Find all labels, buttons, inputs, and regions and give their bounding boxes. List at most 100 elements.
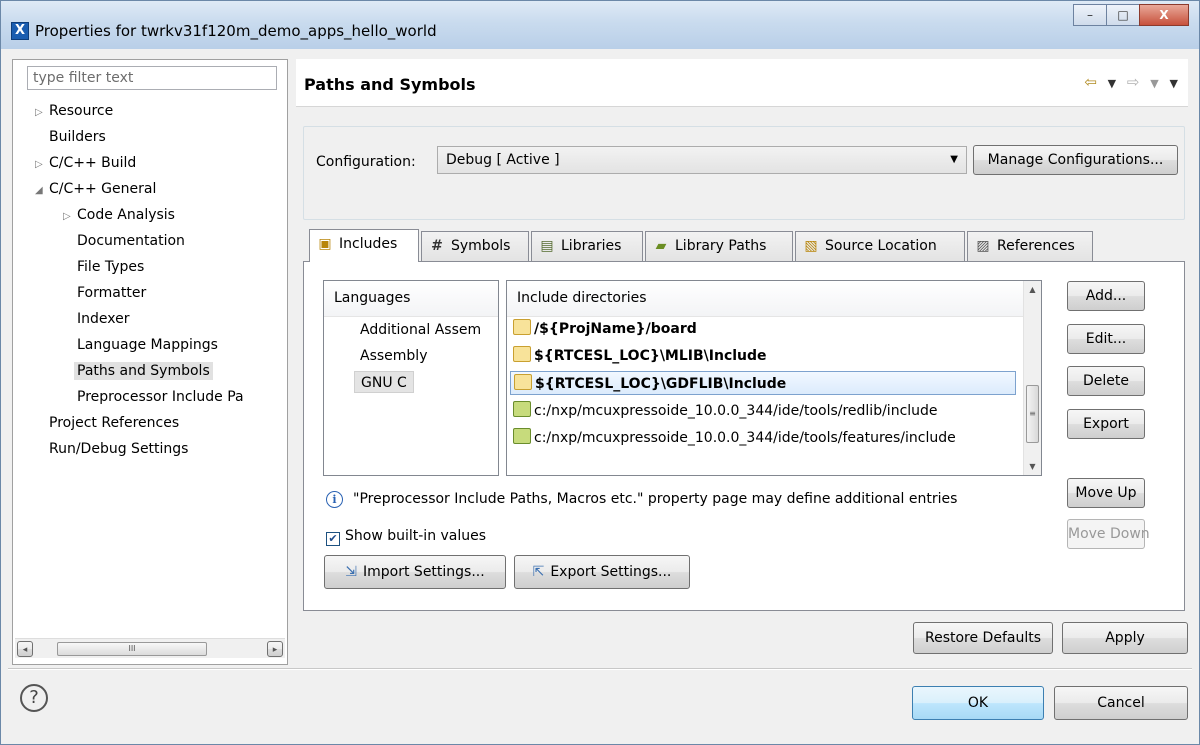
include-directory-item[interactable]: /${ProjName}/board	[513, 317, 697, 341]
tree-item-label: Run/Debug Settings	[49, 441, 189, 457]
forward-dropdown-icon[interactable]: ▼	[1150, 77, 1158, 90]
tab-symbols[interactable]: # Symbols	[421, 231, 529, 261]
tree-item-label: Formatter	[77, 285, 147, 301]
button-label: Export Settings...	[550, 564, 672, 580]
scroll-right-icon[interactable]: ▸	[267, 641, 283, 657]
tree-item-documentation[interactable]: Documentation	[77, 230, 185, 252]
page-header: Paths and Symbols ⇦ ▼ ⇨ ▼ ▼	[296, 59, 1188, 107]
manage-configurations-button[interactable]: Manage Configurations...	[973, 145, 1178, 175]
configuration-value: Debug [ Active ]	[446, 152, 560, 168]
move-down-button[interactable]: Move Down	[1067, 519, 1150, 549]
tree-item-project-references[interactable]: Project References	[49, 412, 179, 434]
forward-arrow-icon[interactable]: ⇨	[1127, 73, 1140, 91]
include-path: c:/nxp/mcuxpressoide_10.0.0_344/ide/tool…	[534, 403, 938, 419]
delete-button[interactable]: Delete	[1067, 366, 1145, 396]
configuration-group: Configuration: Debug [ Active ] ▼ Manage…	[303, 126, 1185, 220]
include-path: /${ProjName}/board	[534, 321, 697, 337]
filesystem-folder-icon	[513, 428, 531, 444]
tree-item-language-mappings[interactable]: Language Mappings	[77, 334, 218, 356]
language-item[interactable]: Assembly	[360, 345, 427, 367]
include-directories-list[interactable]: Include directories /${ProjName}/board $…	[506, 280, 1042, 476]
configuration-select[interactable]: Debug [ Active ] ▼	[437, 146, 967, 174]
tree-item-label: File Types	[77, 259, 145, 275]
tree-item-run-debug-settings[interactable]: Run/Debug Settings	[49, 438, 188, 460]
restore-defaults-button[interactable]: Restore Defaults	[913, 622, 1053, 654]
scrollbar-thumb[interactable]: III	[57, 642, 207, 656]
references-icon: ▨	[976, 238, 990, 254]
tree-item-formatter[interactable]: Formatter	[77, 282, 146, 304]
tree-item-indexer[interactable]: Indexer	[77, 308, 129, 330]
include-path: ${RTCESL_LOC}\MLIB\Include	[534, 348, 767, 364]
scroll-up-icon[interactable]: ▲	[1024, 281, 1041, 298]
include-directory-item[interactable]: c:/nxp/mcuxpressoide_10.0.0_344/ide/tool…	[513, 426, 956, 450]
tree-item-label: Language Mappings	[77, 337, 218, 353]
tab-label: References	[997, 238, 1075, 254]
languages-list[interactable]: Languages Additional Assem Assembly GNU …	[323, 280, 499, 476]
title-bar[interactable]: X Properties for twrkv31f120m_demo_apps_…	[1, 1, 1199, 49]
info-icon: i	[326, 491, 343, 508]
back-dropdown-icon[interactable]: ▼	[1108, 77, 1116, 90]
tree-item-label: Documentation	[77, 233, 185, 249]
languages-header: Languages	[324, 281, 498, 317]
apply-button[interactable]: Apply	[1062, 622, 1188, 654]
expand-arrow-icon[interactable]: ▷	[35, 154, 49, 176]
include-list-scrollbar[interactable]: ▲ ≡ ▼	[1023, 281, 1041, 475]
expand-arrow-icon[interactable]: ▷	[63, 206, 77, 228]
tab-source-location[interactable]: ▧ Source Location	[795, 231, 965, 261]
ok-button[interactable]: OK	[912, 686, 1044, 720]
maximize-button[interactable]: □	[1106, 4, 1140, 26]
tree-item-paths-and-symbols[interactable]: Paths and Symbols	[74, 360, 213, 382]
window-title: Properties for twrkv31f120m_demo_apps_he…	[35, 22, 437, 40]
tree-item-file-types[interactable]: File Types	[77, 256, 144, 278]
minimize-button[interactable]: –	[1073, 4, 1107, 26]
add-button[interactable]: Add...	[1067, 281, 1145, 311]
include-directory-item[interactable]: ${RTCESL_LOC}\MLIB\Include	[513, 344, 767, 368]
property-tree-panel: ▷Resource Builders ▷C/C++ Build ◢C/C++ G…	[12, 59, 288, 665]
edit-button[interactable]: Edit...	[1067, 324, 1145, 354]
navigation-controls: ⇦ ▼ ⇨ ▼ ▼	[1078, 73, 1178, 91]
info-message: i "Preprocessor Include Paths, Macros etc…	[326, 491, 957, 508]
language-item-selected[interactable]: GNU C	[354, 371, 414, 393]
filter-input[interactable]	[27, 66, 277, 90]
tab-libraries[interactable]: ▤ Libraries	[531, 231, 643, 261]
scrollbar-thumb[interactable]: ≡	[1026, 385, 1039, 443]
tab-includes[interactable]: ▣ Includes	[309, 229, 419, 262]
page-title: Paths and Symbols	[304, 75, 476, 94]
tree-item-label: C/C++ General	[49, 181, 157, 197]
checkbox-checked-icon[interactable]: ✔	[326, 532, 340, 546]
tab-label: Source Location	[825, 238, 937, 254]
tree-item-label: Paths and Symbols	[74, 362, 213, 380]
import-settings-button[interactable]: ⇲ Import Settings...	[324, 555, 506, 589]
tree-item-preprocessor-include[interactable]: Preprocessor Include Pa	[77, 386, 244, 408]
tree-item-cpp-general[interactable]: ◢ C/C++ General	[35, 178, 156, 200]
scroll-left-icon[interactable]: ◂	[17, 641, 33, 657]
tree-item-resource[interactable]: ▷ Resource	[35, 100, 113, 122]
include-directory-item-selected[interactable]: ${RTCESL_LOC}\GDFLIB\Include	[510, 371, 1016, 395]
workspace-folder-icon	[513, 346, 531, 362]
app-icon: X	[11, 22, 29, 40]
include-directory-item[interactable]: c:/nxp/mcuxpressoide_10.0.0_344/ide/tool…	[513, 399, 938, 423]
tree-item-cpp-build[interactable]: ▷ C/C++ Build	[35, 152, 136, 174]
scroll-down-icon[interactable]: ▼	[1024, 458, 1041, 475]
help-icon[interactable]: ?	[20, 684, 48, 712]
tree-item-code-analysis[interactable]: ▷ Code Analysis	[63, 204, 175, 226]
include-directories-header: Include directories	[507, 281, 1041, 317]
move-up-button[interactable]: Move Up	[1067, 478, 1145, 508]
view-menu-icon[interactable]: ▼	[1170, 77, 1178, 90]
tree-item-builders[interactable]: Builders	[49, 126, 106, 148]
workspace-folder-icon	[513, 319, 531, 335]
cancel-button[interactable]: Cancel	[1054, 686, 1188, 720]
back-arrow-icon[interactable]: ⇦	[1084, 73, 1097, 91]
export-settings-button[interactable]: ⇱ Export Settings...	[514, 555, 690, 589]
tree-horizontal-scrollbar[interactable]: ◂ III ▸	[15, 638, 285, 658]
collapse-arrow-icon[interactable]: ◢	[35, 180, 49, 202]
language-item[interactable]: Additional Assem	[360, 319, 481, 341]
expand-arrow-icon[interactable]: ▷	[35, 102, 49, 124]
tab-library-paths[interactable]: ▰ Library Paths	[645, 231, 793, 261]
tree-item-label: Preprocessor Include Pa	[77, 389, 244, 405]
tab-references[interactable]: ▨ References	[967, 231, 1093, 261]
close-button[interactable]: X	[1139, 4, 1189, 26]
export-button[interactable]: Export	[1067, 409, 1145, 439]
tree-item-label: Code Analysis	[77, 207, 175, 223]
show-builtin-values-checkbox[interactable]: ✔ Show built-in values	[326, 528, 486, 546]
